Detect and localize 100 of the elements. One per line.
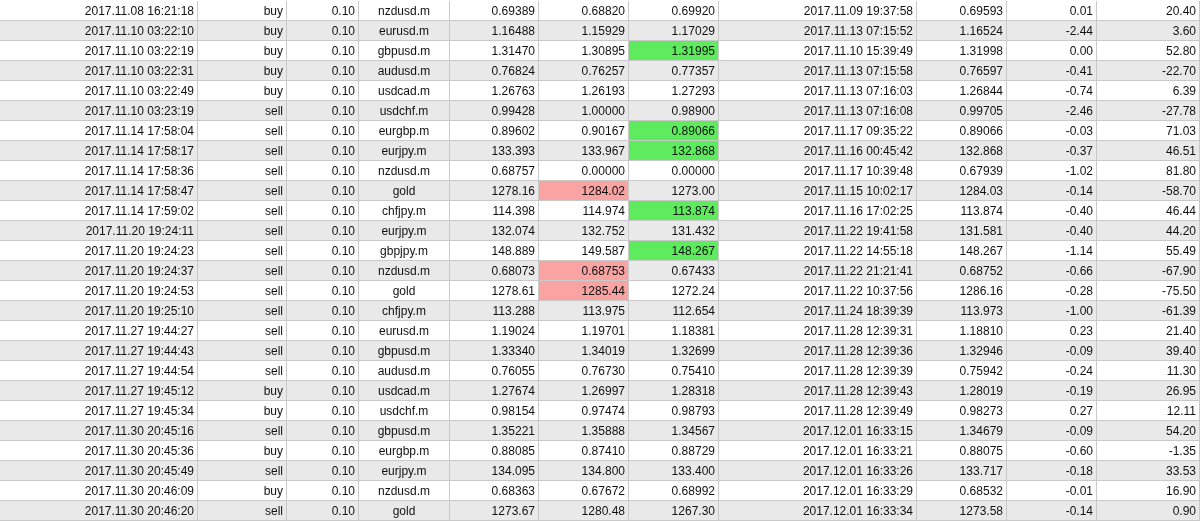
table-cell: 1.27674: [450, 381, 539, 400]
table-cell: 81.80: [1097, 161, 1200, 180]
table-cell: 2017.11.10 03:22:31: [0, 61, 198, 80]
table-cell: 1273.00: [629, 181, 719, 200]
table-cell: 2017.11.14 17:58:17: [0, 141, 198, 160]
table-cell: 0.98900: [629, 101, 719, 120]
table-cell: 1.18810: [917, 321, 1007, 340]
table-cell: 2017.11.20 19:25:10: [0, 301, 198, 320]
table-cell: 2017.11.13 07:16:08: [719, 101, 917, 120]
table-cell: 2017.11.30 20:46:20: [0, 501, 198, 520]
table-cell: 71.03: [1097, 121, 1200, 140]
table-cell: buy: [198, 381, 287, 400]
table-cell: -22.70: [1097, 61, 1200, 80]
table-cell: 132.752: [539, 221, 629, 240]
table-cell: 54.20: [1097, 421, 1200, 440]
table-cell: 1.33340: [450, 341, 539, 360]
table-cell: 2017.11.27 19:45:34: [0, 401, 198, 420]
table-cell: 1280.48: [539, 501, 629, 520]
table-cell: 1.19024: [450, 321, 539, 340]
table-cell: nzdusd.m: [359, 481, 450, 500]
table-cell: 131.432: [629, 221, 719, 240]
table-cell: -61.39: [1097, 301, 1200, 320]
table-cell: 1.35888: [539, 421, 629, 440]
table-cell: 0.67433: [629, 261, 719, 280]
table-cell: 1267.30: [629, 501, 719, 520]
table-cell: -1.14: [1007, 241, 1097, 260]
table-cell: sell: [198, 461, 287, 480]
table-cell: buy: [198, 481, 287, 500]
table-cell: -0.24: [1007, 361, 1097, 380]
table-cell: gbpusd.m: [359, 421, 450, 440]
table-cell: 113.973: [917, 301, 1007, 320]
table-cell: 2017.11.13 07:16:03: [719, 81, 917, 100]
table-cell: sell: [198, 201, 287, 220]
table-cell: 2017.11.10 03:22:49: [0, 81, 198, 100]
table-cell: 3.60: [1097, 21, 1200, 40]
table-cell: 0.10: [287, 361, 359, 380]
table-cell: 0.99705: [917, 101, 1007, 120]
table-cell: 0.10: [287, 121, 359, 140]
table-cell: buy: [198, 401, 287, 420]
table-cell: 113.874: [629, 201, 719, 220]
table-cell: 2017.11.10 15:39:49: [719, 41, 917, 60]
table-cell: 2017.11.30 20:45:16: [0, 421, 198, 440]
table-cell: 148.889: [450, 241, 539, 260]
table-cell: 2017.11.14 17:58:47: [0, 181, 198, 200]
table-cell: 2017.11.10 03:22:19: [0, 41, 198, 60]
table-cell: 2017.11.15 10:02:17: [719, 181, 917, 200]
table-cell: 0.76824: [450, 61, 539, 80]
table-cell: 26.95: [1097, 381, 1200, 400]
table-cell: 21.40: [1097, 321, 1200, 340]
table-cell: gbpusd.m: [359, 341, 450, 360]
table-cell: 2017.11.16 17:02:25: [719, 201, 917, 220]
table-cell: 0.67672: [539, 481, 629, 500]
table-cell: 2017.11.24 18:39:39: [719, 301, 917, 320]
table-cell: 132.868: [917, 141, 1007, 160]
table-cell: gbpjpy.m: [359, 241, 450, 260]
table-cell: 6.39: [1097, 81, 1200, 100]
table-cell: 2017.12.01 16:33:26: [719, 461, 917, 480]
table-cell: gold: [359, 501, 450, 520]
table-cell: eurjpy.m: [359, 221, 450, 240]
table-cell: 2017.11.30 20:45:36: [0, 441, 198, 460]
table-cell: 2017.11.20 19:24:23: [0, 241, 198, 260]
table-cell: chfjpy.m: [359, 201, 450, 220]
table-cell: 132.868: [629, 141, 719, 160]
table-cell: eurjpy.m: [359, 461, 450, 480]
table-cell: 0.77357: [629, 61, 719, 80]
table-cell: 0.27: [1007, 401, 1097, 420]
table-cell: 2017.11.28 12:39:31: [719, 321, 917, 340]
table-cell: 46.51: [1097, 141, 1200, 160]
table-cell: buy: [198, 81, 287, 100]
table-cell: 0.23: [1007, 321, 1097, 340]
table-cell: -1.35: [1097, 441, 1200, 460]
table-cell: 0.10: [287, 281, 359, 300]
table-cell: eurgbp.m: [359, 441, 450, 460]
table-cell: eurjpy.m: [359, 141, 450, 160]
table-cell: sell: [198, 421, 287, 440]
table-cell: 133.717: [917, 461, 1007, 480]
table-cell: 114.398: [450, 201, 539, 220]
table-cell: 0.68532: [917, 481, 1007, 500]
table-cell: 1.26997: [539, 381, 629, 400]
table-cell: buy: [198, 41, 287, 60]
table-cell: -0.14: [1007, 501, 1097, 520]
table-cell: 0.10: [287, 461, 359, 480]
table-cell: -75.50: [1097, 281, 1200, 300]
table-cell: 1.34567: [629, 421, 719, 440]
table-cell: 0.88085: [450, 441, 539, 460]
table-cell: 20.40: [1097, 1, 1200, 20]
table-cell: 0.00000: [539, 161, 629, 180]
table-cell: usdcad.m: [359, 81, 450, 100]
table-cell: -0.03: [1007, 121, 1097, 140]
table-cell: 0.68992: [629, 481, 719, 500]
table-cell: 1.31998: [917, 41, 1007, 60]
table-cell: 0.97474: [539, 401, 629, 420]
table-cell: 2017.11.30 20:45:49: [0, 461, 198, 480]
table-cell: usdcad.m: [359, 381, 450, 400]
table-cell: -0.19: [1007, 381, 1097, 400]
table-cell: 2017.11.14 17:58:36: [0, 161, 198, 180]
table-cell: -0.28: [1007, 281, 1097, 300]
table-cell: 1.15929: [539, 21, 629, 40]
table-cell: audusd.m: [359, 61, 450, 80]
table-cell: sell: [198, 341, 287, 360]
